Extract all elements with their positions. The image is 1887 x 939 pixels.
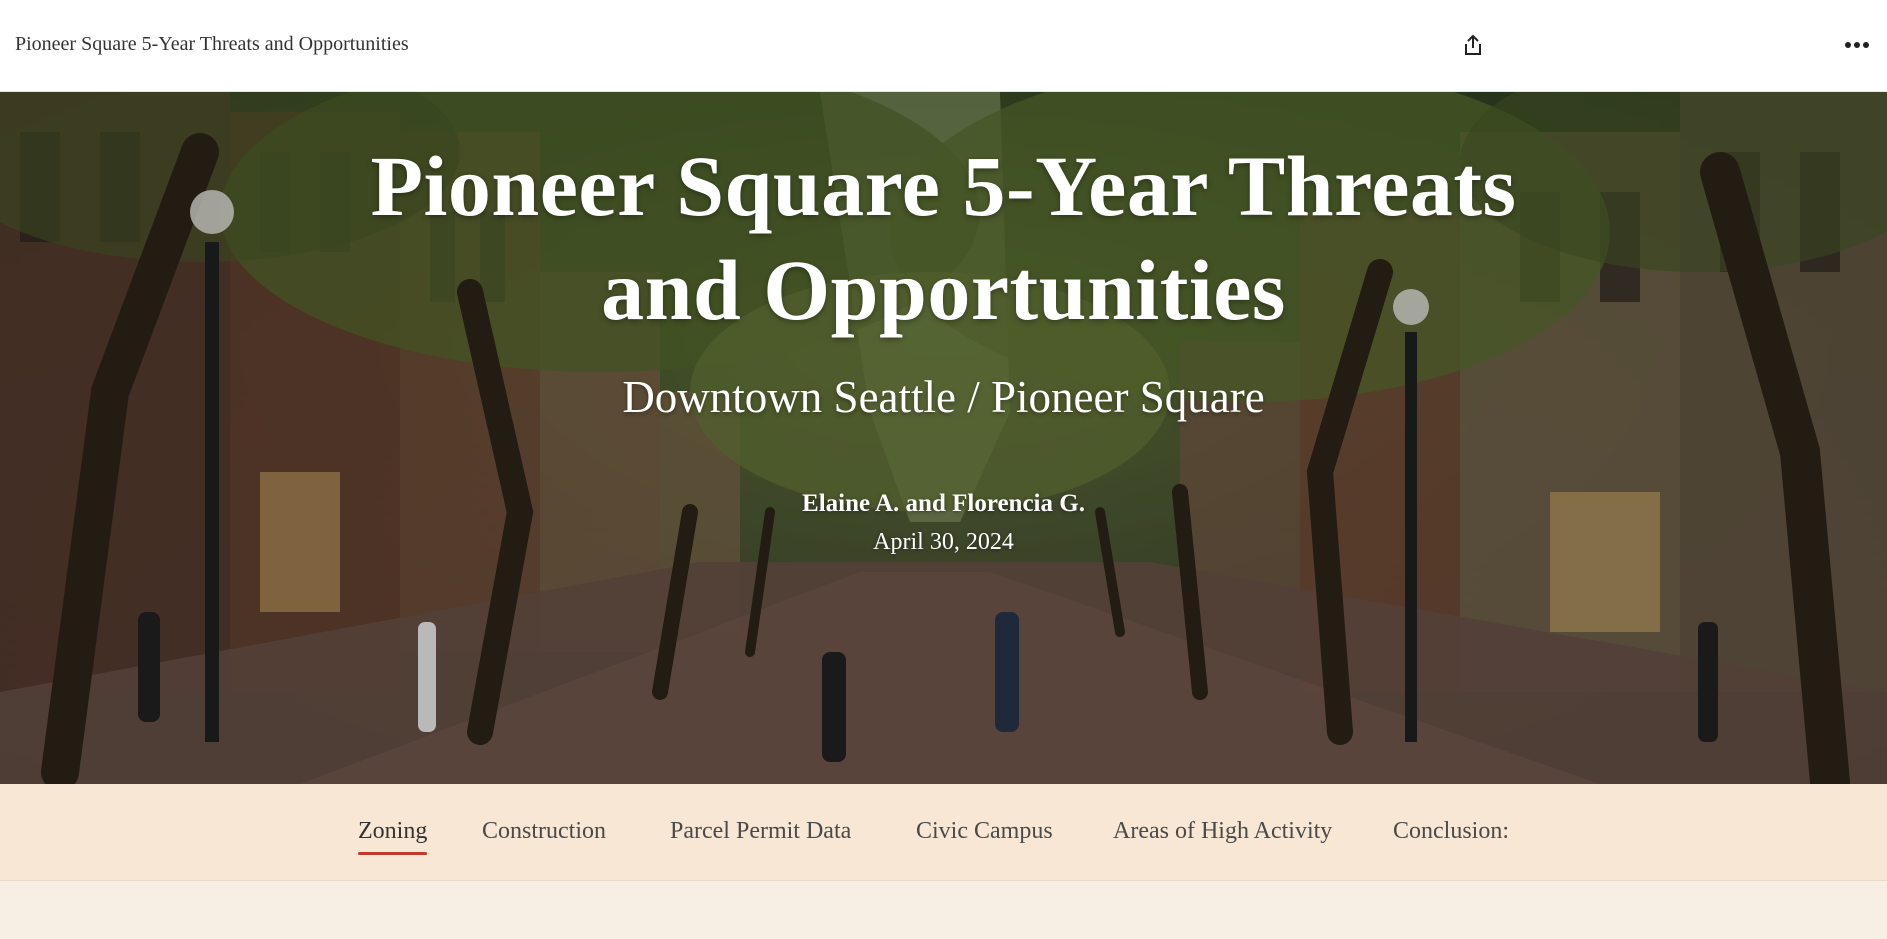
nav-item-conclusion[interactable]: Conclusion: [1393,818,1509,858]
nav-item-zoning[interactable]: Zoning [358,818,428,858]
hero-date: April 30, 2024 [873,529,1014,555]
hero-cover: Pioneer Square 5-Year Threats and Opport… [0,92,1887,784]
nav-item-label: Civic Campus [916,818,1053,844]
story-title: Pioneer Square 5-Year Threats and Opport… [15,33,409,55]
nav-item-label: Zoning [358,818,428,844]
nav-item-parcel-permit-data[interactable]: Parcel Permit Data [670,818,851,858]
nav-item-construction[interactable]: Construction [482,818,606,858]
nav-item-label: Construction [482,818,606,844]
nav-item-areas-of-high-activity[interactable]: Areas of High Activity [1113,818,1332,858]
more-options-icon [1845,42,1869,48]
top-bar: Pioneer Square 5-Year Threats and Opport… [0,0,1887,92]
hero-title-line-2: and Opportunities [601,242,1286,338]
share-icon [1465,34,1481,55]
hero-title-line-1: Pioneer Square 5-Year Threats [370,138,1517,234]
nav-item-label: Areas of High Activity [1113,818,1333,844]
nav-item-label: Conclusion: [1393,818,1510,844]
hero-title: Pioneer Square 5-Year Threats and Opport… [0,134,1887,342]
hero-authors: Elaine A. and Florencia G. [802,490,1085,517]
active-nav-underline [358,852,428,855]
nav-item-label: Parcel Permit Data [670,818,852,844]
hero-subtitle: Downtown Seattle / Pioneer Square [622,372,1265,422]
section-navigation: Zoning Construction Parcel Permit Data C… [0,784,1887,881]
share-button[interactable] [1451,23,1495,67]
story-content-area [0,881,1887,939]
more-options-button[interactable] [1835,23,1879,67]
nav-item-civic-campus[interactable]: Civic Campus [916,818,1053,858]
